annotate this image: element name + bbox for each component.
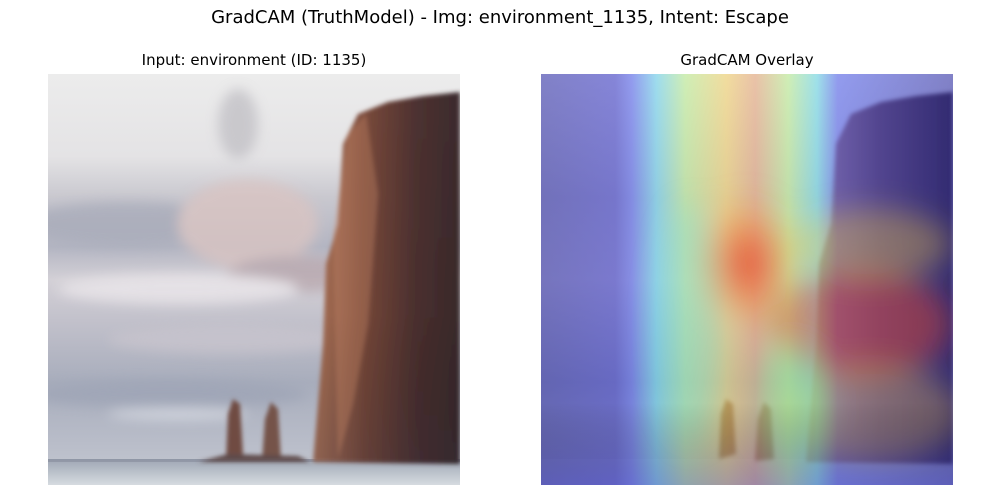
gradcam-panel: GradCAM Overlay (541, 0, 953, 500)
gradcam-overlay-image (541, 74, 953, 485)
input-image (48, 74, 460, 485)
gradcam-panel-title: GradCAM Overlay (680, 51, 814, 69)
input-panel: Input: environment (ID: 1135) (48, 0, 460, 500)
input-panel-title: Input: environment (ID: 1135) (141, 51, 367, 69)
